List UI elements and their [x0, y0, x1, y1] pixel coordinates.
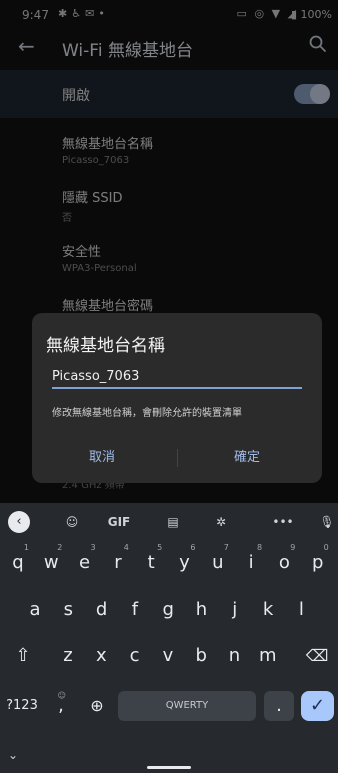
key-m[interactable]: m: [253, 636, 283, 676]
more-button[interactable]: •••: [268, 511, 298, 533]
key-n[interactable]: n: [220, 636, 250, 676]
hotspot-name-input[interactable]: [52, 365, 302, 389]
enter-check-key[interactable]: ✓: [301, 691, 334, 721]
key-w[interactable]: 2w: [36, 543, 66, 583]
key-g[interactable]: g: [153, 590, 183, 630]
key-z[interactable]: z: [53, 636, 83, 676]
key-x[interactable]: x: [86, 636, 116, 676]
key-label: u: [212, 552, 224, 573]
key-label: o: [278, 552, 290, 573]
key-l[interactable]: l: [286, 590, 316, 630]
key-label: p: [311, 552, 324, 573]
shift-key[interactable]: ⇧: [6, 636, 40, 676]
key-a[interactable]: a: [20, 590, 50, 630]
key-label: t: [147, 552, 155, 573]
backspace-key[interactable]: ⌫: [300, 636, 334, 676]
dialog-note: 修改無線基地台稱，會刪除允許的裝置清單: [52, 408, 242, 419]
key-d[interactable]: d: [87, 590, 117, 630]
key-r[interactable]: 4r: [103, 543, 133, 583]
hotspot-name-dialog: 無線基地台名稱 修改無線基地台稱，會刪除允許的裝置清單 取消 確定: [32, 313, 322, 483]
key-q[interactable]: 1q: [3, 543, 33, 583]
key-label: q: [12, 552, 24, 573]
key-label: w: [43, 552, 59, 573]
keyboard-toolbar: ‹ ☺ GIF ▤ ✲ ••• 🎙: [0, 503, 338, 541]
key-hint: 7: [223, 543, 229, 552]
gif-button[interactable]: GIF: [104, 511, 134, 533]
key-v[interactable]: v: [153, 636, 183, 676]
key-label: r: [114, 552, 122, 573]
chevron-left-icon[interactable]: ‹: [8, 511, 30, 533]
key-k[interactable]: k: [253, 590, 283, 630]
key-f[interactable]: f: [120, 590, 150, 630]
key-t[interactable]: 5t: [136, 543, 166, 583]
globe-icon[interactable]: ⊕: [82, 691, 112, 721]
period-key[interactable]: .: [264, 691, 294, 721]
key-hint: 1: [23, 543, 29, 552]
key-hint: 5: [157, 543, 163, 552]
key-u[interactable]: 7u: [203, 543, 233, 583]
key-c[interactable]: c: [120, 636, 150, 676]
emoji-hint: ☺: [57, 691, 66, 700]
button-divider: [177, 449, 178, 467]
soft-keyboard: ‹ ☺ GIF ▤ ✲ ••• 🎙 1q2w3e4r5t6y7u8i9o0p a…: [0, 503, 338, 773]
sticker-icon[interactable]: ☺: [60, 511, 84, 533]
key-hint: 3: [90, 543, 96, 552]
symbols-key[interactable]: ?123: [4, 691, 40, 721]
key-y[interactable]: 6y: [170, 543, 200, 583]
key-hint: 2: [57, 543, 63, 552]
key-b[interactable]: b: [186, 636, 216, 676]
keyboard-hide-icon[interactable]: ⌄: [8, 748, 18, 762]
key-hint: 9: [290, 543, 296, 552]
key-hint: 8: [257, 543, 263, 552]
clipboard-icon[interactable]: ▤: [162, 511, 184, 533]
key-label: i: [248, 552, 254, 573]
comma-key[interactable]: ☺ ,: [46, 691, 76, 721]
key-o[interactable]: 9o: [269, 543, 299, 583]
key-hint: 4: [123, 543, 129, 552]
ok-button[interactable]: 確定: [192, 445, 302, 471]
space-key[interactable]: QWERTY: [118, 691, 256, 721]
settings-gear-icon[interactable]: ✲: [210, 511, 232, 533]
key-label: y: [179, 552, 190, 573]
gesture-handle[interactable]: [147, 766, 191, 769]
cancel-button[interactable]: 取消: [47, 445, 157, 471]
key-e[interactable]: 3e: [70, 543, 100, 583]
key-i[interactable]: 8i: [236, 543, 266, 583]
key-h[interactable]: h: [187, 590, 217, 630]
microphone-icon[interactable]: 🎙: [318, 511, 336, 533]
dialog-title: 無線基地台名稱: [46, 336, 165, 356]
settings-screen: 9:47 ✱♿✉• ▭ ◎ ▼ ◢ ▮ 100% ← Wi-Fi 無線基地台 開…: [0, 0, 338, 773]
key-label: e: [79, 552, 91, 573]
navigation-bar: ⌄: [0, 738, 338, 773]
key-s[interactable]: s: [53, 590, 83, 630]
key-hint: 6: [190, 543, 196, 552]
key-hint: 0: [323, 543, 329, 552]
key-p[interactable]: 0p: [303, 543, 333, 583]
key-j[interactable]: j: [220, 590, 250, 630]
